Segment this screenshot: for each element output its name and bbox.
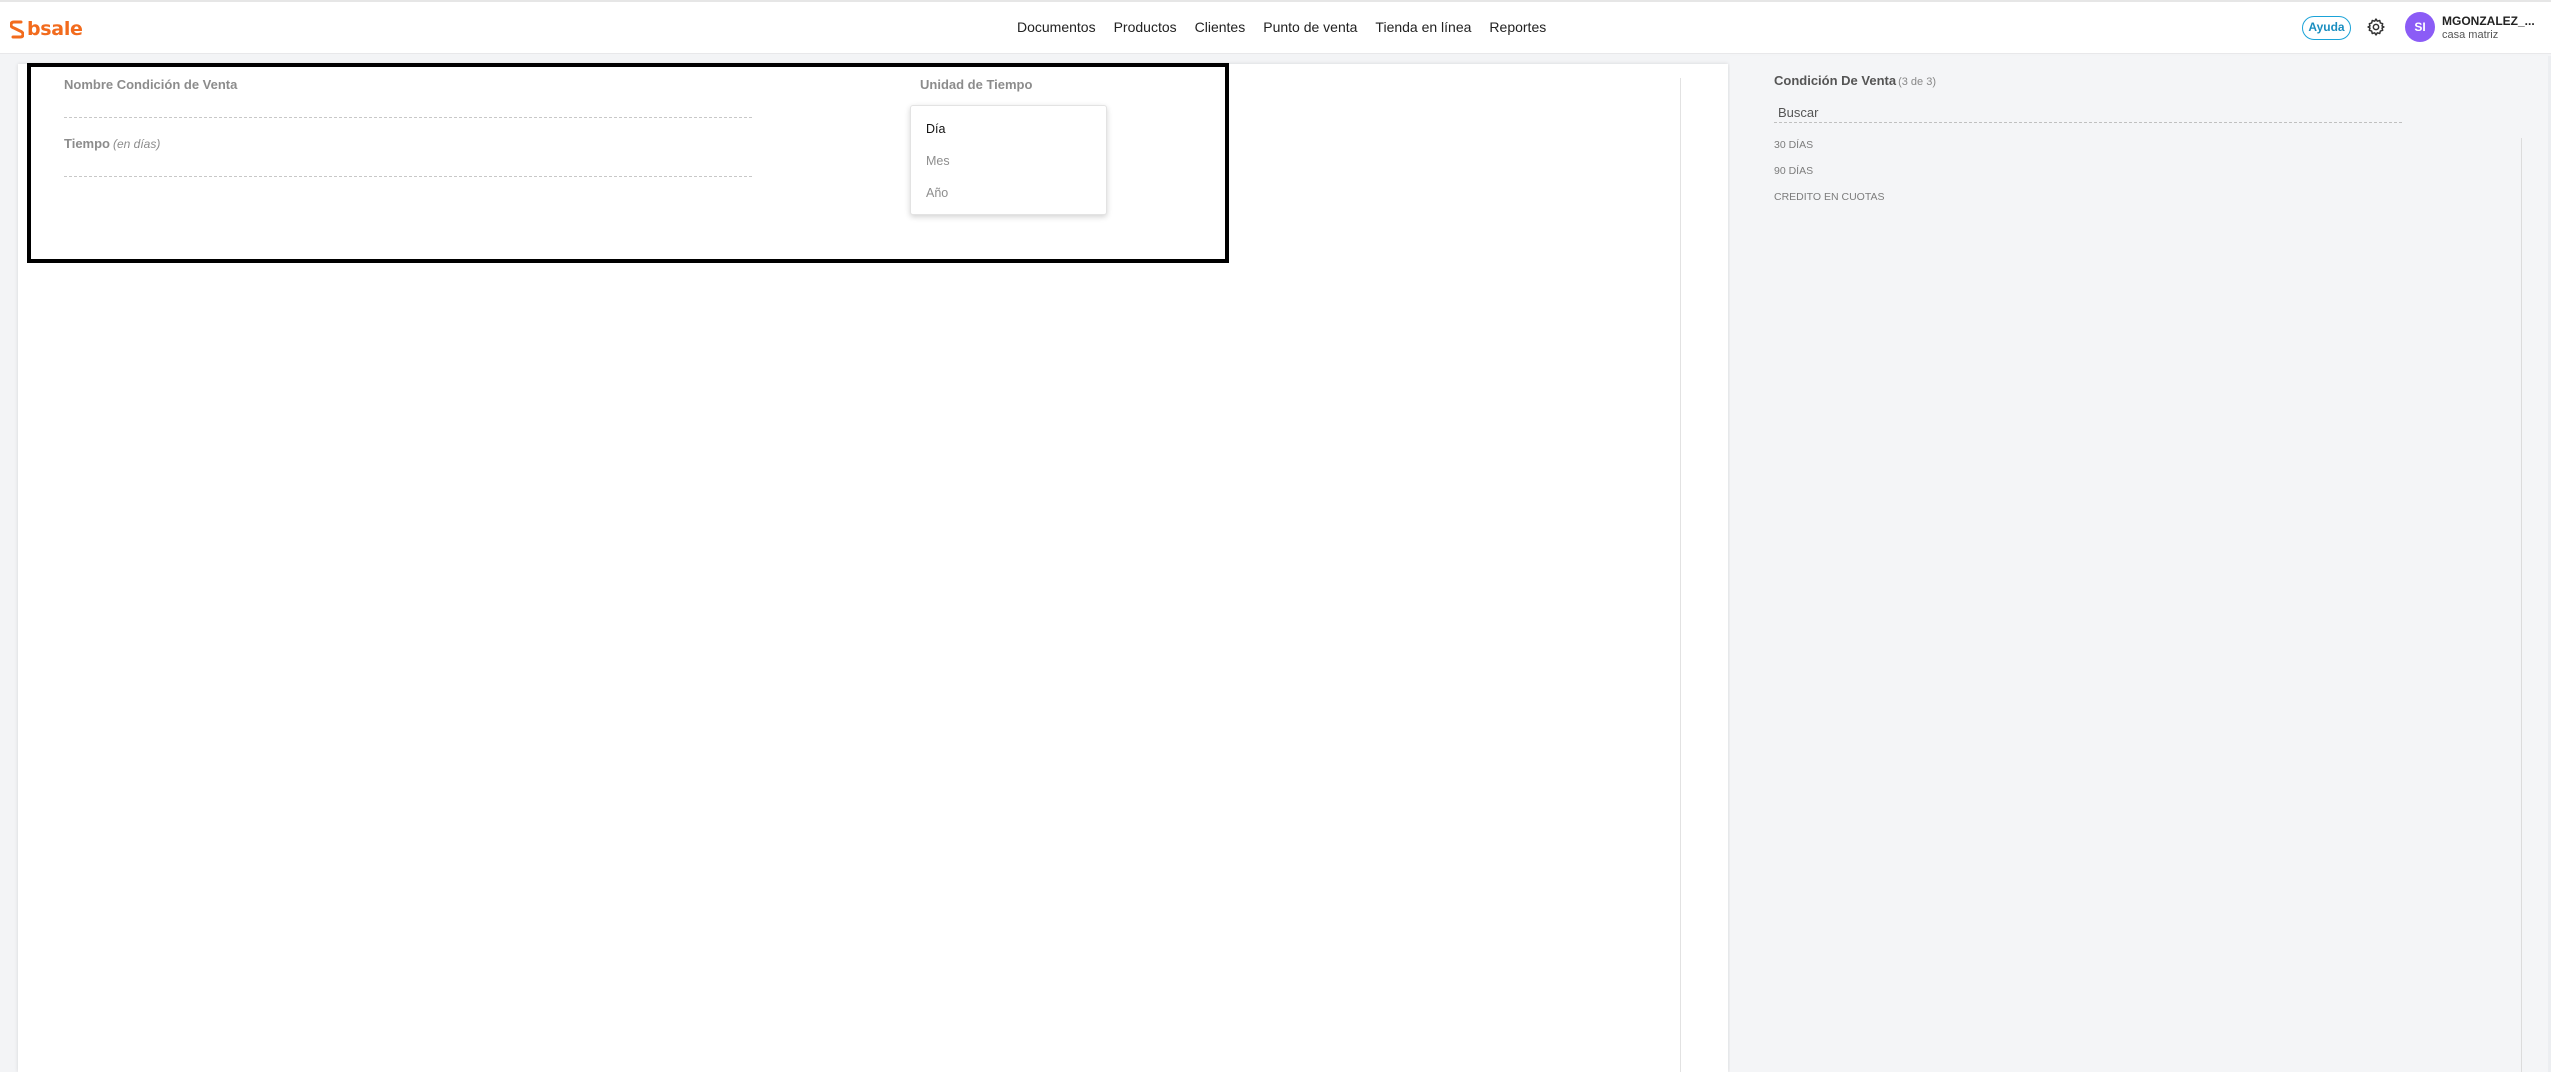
side-panel [1730,56,2551,1072]
nav-item-punto-de-venta[interactable]: Punto de venta [1263,19,1357,35]
bsale-logo[interactable]: bsale [10,18,83,40]
user-branch: casa matriz [2442,29,2499,41]
help-button[interactable]: Ayuda [2302,16,2351,40]
nav-item-documentos[interactable]: Documentos [1017,19,1096,35]
logo-text: bsale [27,18,83,40]
panel-title: Condición De Venta (3 de 3) [1774,73,1936,88]
unit-option-dia[interactable]: Día [926,122,945,136]
time-hint: (en días) [113,137,161,151]
user-name[interactable]: MGONZALEZ_... [2442,14,2535,28]
content-divider [1680,78,1681,1072]
gear-icon[interactable] [2366,17,2386,37]
panel-title-text: Condición De Venta [1774,73,1897,88]
search-input[interactable] [1774,102,2402,123]
unit-label: Unidad de Tiempo [920,77,1033,92]
nav-item-productos[interactable]: Productos [1114,19,1177,35]
top-navbar: bsale Documentos Productos Clientes Punt… [0,0,2551,54]
unit-option-ano[interactable]: Año [926,186,948,200]
list-item-30-dias[interactable]: 30 DÍAS [1774,139,1813,151]
nav-item-clientes[interactable]: Clientes [1195,19,1246,35]
nav-item-reportes[interactable]: Reportes [1489,19,1546,35]
nav-item-tienda-en-linea[interactable]: Tienda en línea [1375,19,1471,35]
unit-option-mes[interactable]: Mes [926,154,950,168]
panel-scrollbar[interactable] [2521,138,2522,1072]
unit-dropdown[interactable]: Día Mes Año [910,105,1107,215]
list-item-90-dias[interactable]: 90 DÍAS [1774,165,1813,177]
name-input[interactable] [64,94,752,118]
name-label: Nombre Condición de Venta [64,77,238,92]
time-label: Tiempo (en días) [64,136,160,151]
avatar[interactable]: SI [2405,12,2435,42]
main-content-card [18,64,1728,1072]
time-input[interactable] [64,153,752,177]
list-item-credito-en-cuotas[interactable]: CREDITO EN CUOTAS [1774,191,1884,203]
panel-count: (3 de 3) [1898,76,1936,88]
bsale-logo-icon [10,20,24,38]
main-nav: Documentos Productos Clientes Punto de v… [1017,19,1564,35]
top-border [0,0,2551,2]
time-label-text: Tiempo [64,136,110,151]
